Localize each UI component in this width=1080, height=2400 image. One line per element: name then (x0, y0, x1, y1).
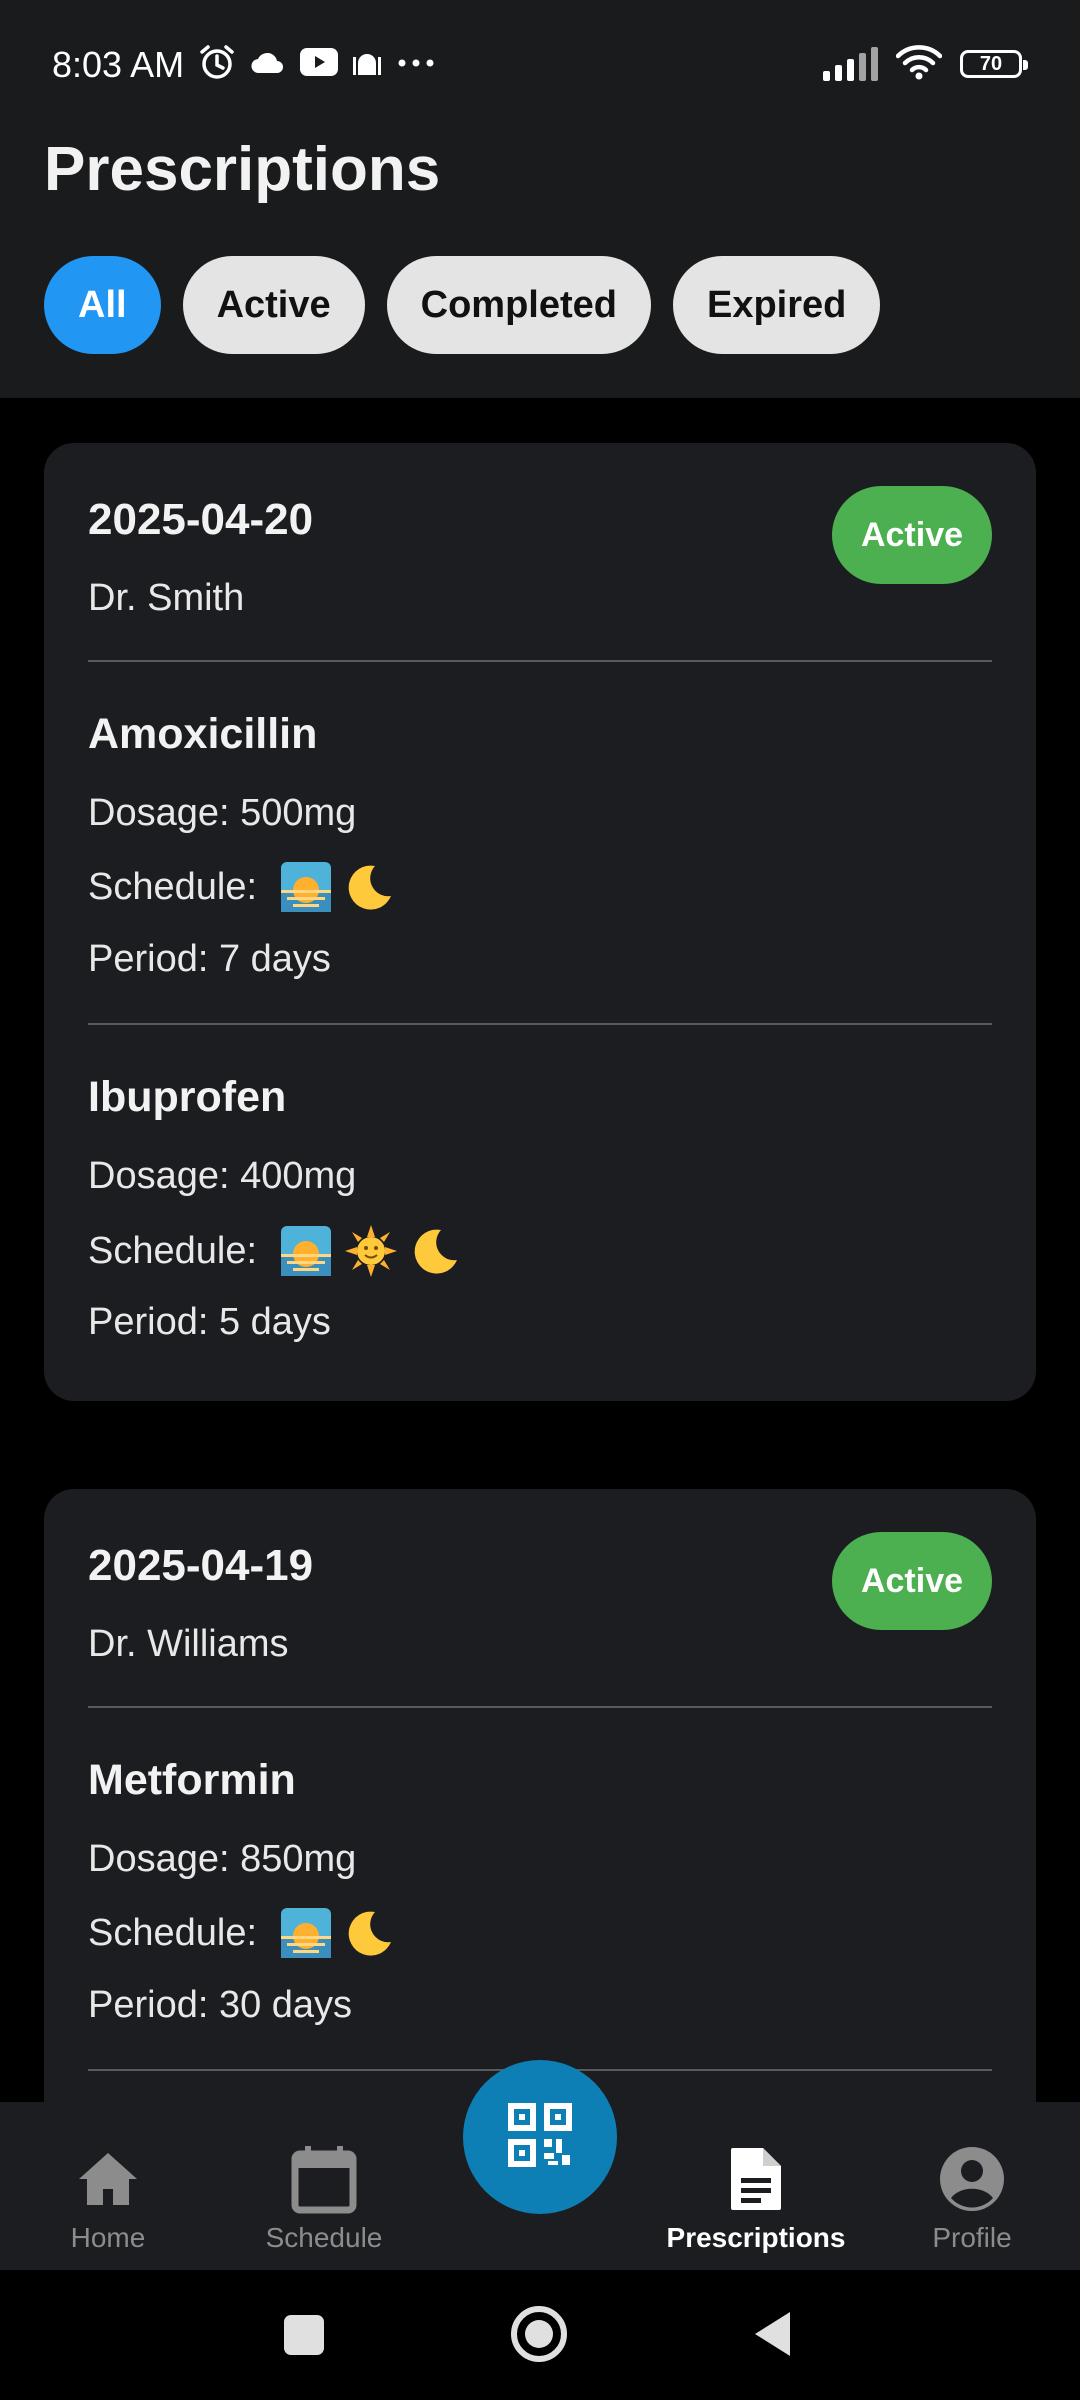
alarm-icon (198, 43, 236, 86)
medication-period: Period: 5 days (88, 1301, 331, 1343)
medication-schedule: Schedule: (88, 1908, 395, 1958)
nav-item-schedule[interactable]: Schedule (216, 2102, 432, 2270)
medication-schedule: Schedule: (88, 1225, 461, 1277)
sun-icon (345, 1225, 398, 1277)
prescription-list[interactable]: 2025-04-20 Dr. Smith Active Amoxicillin … (0, 398, 1080, 2102)
recent-apps-button[interactable] (284, 2315, 324, 2360)
filter-chip-expired[interactable]: Expired (672, 256, 881, 354)
prescription-date: 2025-04-19 (88, 1541, 314, 1590)
home-icon (77, 2151, 139, 2212)
status-notification-icons (198, 44, 436, 84)
moon-icon (411, 1226, 461, 1276)
moon-icon (345, 1908, 395, 1958)
medication-dosage: Dosage: 400mg (88, 1155, 357, 1197)
sunrise-icon (281, 1908, 332, 1958)
home-button[interactable] (510, 2305, 568, 2368)
status-badge: Active (832, 1532, 992, 1630)
page-title: Prescriptions (44, 135, 441, 204)
medication-period: Period: 30 days (88, 1984, 353, 2026)
prescription-card-header: 2025-04-20 Dr. Smith Active (88, 443, 992, 662)
filter-chip-all[interactable]: All (44, 256, 161, 354)
document-icon (729, 2146, 783, 2217)
moon-icon (345, 862, 395, 912)
schedule-label: Schedule: (88, 1911, 258, 1954)
prescription-doctor: Dr. Smith (88, 577, 245, 619)
medication-name: Amoxicillin (88, 710, 318, 758)
cloud-icon (250, 49, 286, 80)
battery-icon: 70 (960, 50, 1028, 78)
medication-period: Period: 7 days (88, 938, 331, 980)
medication-schedule: Schedule: (88, 862, 395, 912)
status-time: 8:03 AM (52, 44, 185, 85)
schedule-label: Schedule: (88, 865, 258, 908)
profile-icon (939, 2146, 1005, 2217)
prescription-card[interactable]: 2025-04-20 Dr. Smith Active Amoxicillin … (44, 443, 1036, 1401)
battery-level: 70 (979, 52, 1003, 75)
status-badge: Active (832, 486, 992, 584)
prescription-card-header: 2025-04-19 Dr. Williams Active (88, 1489, 992, 1708)
system-navigation-bar (0, 2270, 1080, 2400)
calendar-icon (291, 2144, 357, 2219)
nav-label-profile: Profile (932, 2222, 1012, 2253)
youtube-icon (300, 47, 338, 81)
medication-dosage: Dosage: 850mg (88, 1838, 357, 1880)
medication-dosage: Dosage: 500mg (88, 792, 357, 834)
prescription-doctor: Dr. Williams (88, 1623, 289, 1665)
status-bar: 8:03 AM 70 (0, 0, 1080, 130)
nav-label-home: Home (70, 2222, 146, 2253)
nav-item-home[interactable]: Home (0, 2102, 216, 2270)
signal-icon (823, 47, 878, 81)
sunrise-icon (281, 1226, 332, 1276)
nav-label-schedule: Schedule (265, 2222, 383, 2253)
qr-code-icon (508, 2102, 572, 2172)
filter-chips: All Active Completed Expired (44, 256, 881, 354)
wifi-icon (895, 44, 943, 85)
mosque-icon (352, 47, 382, 82)
more-icon (396, 55, 436, 73)
nav-item-prescriptions[interactable]: Prescriptions (648, 2102, 864, 2270)
prescription-card[interactable]: 2025-04-19 Dr. Williams Active Metformin… (44, 1489, 1036, 2102)
medication-item: Amoxicillin Dosage: 500mg Schedule: Peri… (88, 662, 992, 1025)
app-header: 8:03 AM 70 Prescriptions All Active Comp… (0, 0, 1080, 398)
back-button[interactable] (752, 2310, 792, 2363)
filter-chip-active[interactable]: Active (182, 256, 365, 354)
schedule-label: Schedule: (88, 1229, 258, 1272)
nav-item-profile[interactable]: Profile (864, 2102, 1080, 2270)
medication-name: Ibuprofen (88, 1073, 287, 1121)
status-system-icons: 70 (823, 44, 1028, 85)
sunrise-icon (281, 862, 332, 912)
nav-label-prescriptions: Prescriptions (666, 2222, 846, 2253)
scan-qr-button[interactable] (463, 2060, 617, 2214)
medication-item: Metformin Dosage: 850mg Schedule: Period… (88, 1708, 992, 2071)
prescription-date: 2025-04-20 (88, 495, 314, 544)
filter-chip-completed[interactable]: Completed (386, 256, 651, 354)
medication-item: Ibuprofen Dosage: 400mg Schedule: Period… (88, 1025, 992, 1388)
medication-name: Metformin (88, 1756, 296, 1804)
